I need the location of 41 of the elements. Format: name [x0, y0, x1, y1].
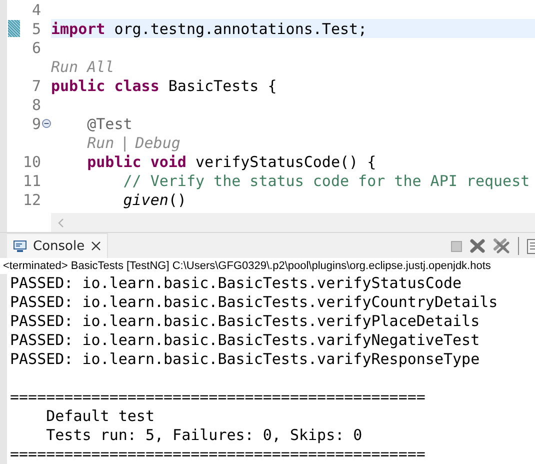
console-output-line: PASSED: io.learn.basic.BasicTests.varifyNegativeTest [10, 331, 481, 350]
code-keyword: public void [86, 152, 186, 170]
code-annotation: @Test [86, 114, 132, 132]
line-number: 7 [32, 76, 41, 94]
code-method: given [122, 190, 168, 208]
console-output-line: ============================================== [10, 388, 426, 407]
line-number: 9 [32, 114, 41, 132]
console-output-line: Tests run: 5, Failures: 0, Skips: 0 [45, 426, 364, 445]
console-tab[interactable]: Console [7, 233, 108, 258]
close-icon[interactable] [90, 241, 101, 251]
code-text: () [168, 190, 186, 208]
code-comment: // Verify the status code for the API request [122, 172, 530, 190]
console-output-line: Default test [45, 407, 156, 426]
monitor-icon [13, 240, 27, 252]
code-mining-link[interactable]: Run All [51, 58, 114, 76]
code-text: BasicTests { [167, 76, 277, 94]
line-number: 5 [32, 20, 41, 38]
line-number: 4 [32, 0, 41, 18]
code-mining-link[interactable]: Debug [135, 134, 180, 152]
code-keyword: import [51, 20, 106, 38]
code-mining-link[interactable]: Run [51, 134, 114, 152]
console-output-line: PASSED: io.learn.basic.BasicTests.verifyStatusCode [10, 274, 463, 293]
remove-all-icon[interactable] [493, 238, 510, 254]
line-number: 10 [22, 152, 41, 170]
code-text: verifyStatusCode() { [194, 152, 376, 170]
console-output-line: PASSED: io.learn.basic.BasicTests.verifyPlaceDetails [10, 312, 481, 331]
stop-icon[interactable] [451, 240, 462, 252]
console-output-line: PASSED: io.learn.basic.BasicTests.varifyResponseType [10, 350, 481, 369]
console-output-line: PASSED: io.learn.basic.BasicTests.verifyCountryDetails [10, 293, 499, 312]
console-output-line: ============================================== [10, 445, 426, 464]
code-mining-separator: | [120, 134, 130, 152]
code-keyword: public class [51, 76, 160, 94]
collapse-icon[interactable] [42, 119, 50, 128]
horizontal-scrollbar[interactable] [51, 213, 535, 232]
marker-icon [8, 20, 20, 37]
line-number: 12 [22, 190, 41, 208]
line-number: 6 [32, 38, 41, 56]
line-number: 8 [32, 96, 41, 114]
code-text: org.testng.annotations.Test; [113, 20, 368, 38]
line-number: 11 [22, 172, 41, 190]
remove-icon[interactable] [470, 239, 485, 253]
